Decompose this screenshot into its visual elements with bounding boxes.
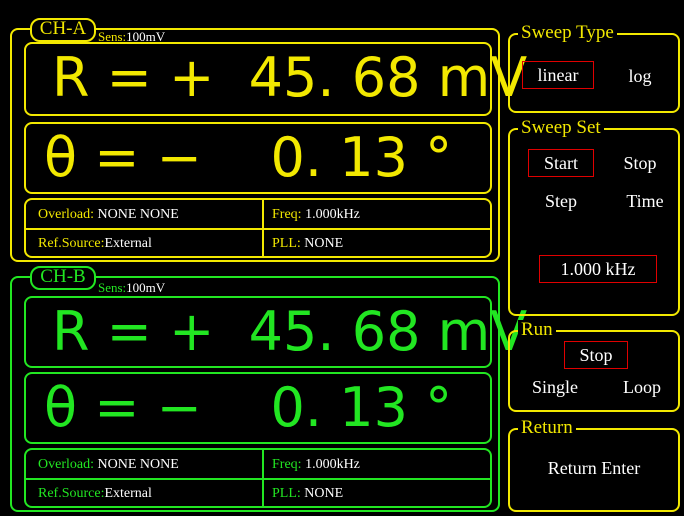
channel-b-pll: PLL: NONE [272, 486, 344, 501]
channel-b-r-display: R = + 45. 68 mV [24, 296, 527, 368]
channel-b-freq: Freq: 1.000kHz [272, 457, 360, 472]
channel-a-theta-readout: θ = − 0. 13 ° [44, 126, 453, 189]
channel-a-ref-source: Ref.Source:External [38, 236, 152, 251]
channel-a-r-display: R = + 45. 68 mV [24, 42, 527, 116]
sens-value: 100mV [126, 280, 166, 295]
channel-a-tag: CH-A [30, 18, 96, 42]
sweep-set-title: Sweep Set [518, 118, 604, 138]
sweep-set-start-option[interactable]: Start [528, 149, 594, 177]
sweep-set-stop-option[interactable]: Stop [612, 150, 668, 176]
return-enter-button[interactable]: Return Enter [520, 455, 668, 481]
sweep-set-step-option[interactable]: Step [528, 188, 594, 214]
channel-b-theta-readout: θ = − 0. 13 ° [44, 376, 453, 439]
run-stop-option[interactable]: Stop [564, 341, 628, 369]
channel-b-info-box: Overload: NONE NONE Freq: 1.000kHz Ref.S… [24, 448, 492, 508]
channel-a-r-readout: R = + 45. 68 mV [52, 46, 528, 109]
channel-b-ref-source: Ref.Source:External [38, 486, 152, 501]
run-single-option[interactable]: Single [520, 374, 590, 400]
channel-b-sensitivity: Sens:100mV [98, 280, 165, 296]
return-title: Return [518, 418, 576, 438]
channel-b-tag: CH-B [30, 266, 96, 290]
channel-a-freq: Freq: 1.000kHz [272, 207, 360, 222]
channel-b-theta-display: θ = − 0. 13 ° [24, 372, 492, 444]
run-title: Run [518, 320, 556, 340]
channel-a-pll: PLL: NONE [272, 236, 344, 251]
run-loop-option[interactable]: Loop [610, 374, 674, 400]
sweep-type-linear-option[interactable]: linear [522, 61, 594, 89]
channel-a-theta-display: θ = − 0. 13 ° [24, 122, 492, 194]
sweep-type-log-option[interactable]: log [618, 63, 662, 89]
channel-b-overload: Overload: NONE NONE [38, 457, 179, 472]
sweep-type-title: Sweep Type [518, 23, 617, 43]
channel-b-r-readout: R = + 45. 68 mV [52, 300, 528, 363]
sweep-set-time-option[interactable]: Time [612, 188, 678, 214]
channel-a-info-box: Overload: NONE NONE Freq: 1.000kHz Ref.S… [24, 198, 492, 258]
channel-a-overload: Overload: NONE NONE [38, 207, 179, 222]
sens-label: Sens: [98, 280, 127, 295]
sweep-set-value-field[interactable]: 1.000 kHz [539, 255, 657, 283]
